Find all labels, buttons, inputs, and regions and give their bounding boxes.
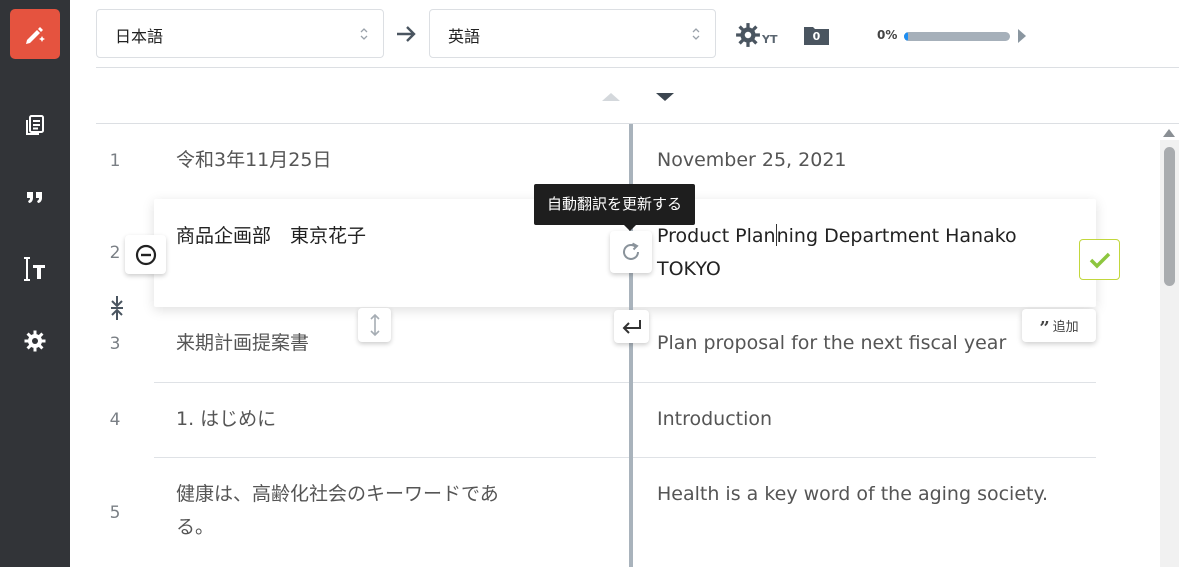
scrollbar-up-arrow-icon[interactable] — [1163, 129, 1175, 137]
row-divider — [633, 457, 1096, 458]
source-line-2: る。 — [176, 516, 215, 538]
sidebar — [0, 0, 70, 567]
target-segment[interactable]: Plan proposal for the next fiscal year — [657, 327, 1006, 360]
target-language-value: 英語 — [448, 27, 481, 46]
sidebar-item-quotes[interactable] — [20, 181, 50, 211]
resize-row-button[interactable] — [358, 308, 391, 342]
row-divider — [154, 382, 629, 383]
progress-bar — [904, 32, 1010, 41]
progress-label: 0% — [877, 28, 898, 42]
target-text-before-cursor: Product Plan — [657, 225, 776, 247]
select-caret-icon — [692, 28, 700, 40]
row-number: 4 — [109, 410, 121, 430]
source-line-1: 健康は、高齢化社会のキーワードであ — [176, 483, 499, 505]
check-icon — [1089, 252, 1110, 268]
target-text-after-cursor: ning Department Hanako — [776, 225, 1017, 247]
translation-settings-button[interactable]: YT — [735, 22, 785, 50]
insert-line-break-button[interactable] — [614, 310, 649, 343]
source-segment[interactable]: 健康は、高齢化社会のキーワードであ る。 — [176, 478, 499, 544]
row-number: 3 — [109, 334, 121, 354]
row-divider — [633, 382, 1096, 383]
add-button-label: 追加 — [1052, 320, 1079, 335]
source-language-select[interactable]: 日本語 — [96, 9, 384, 58]
refresh-icon — [623, 242, 639, 260]
sidebar-item-settings[interactable] — [20, 326, 50, 356]
scroll-up-arrow-icon[interactable] — [602, 93, 620, 101]
text-cursor-icon — [24, 257, 45, 281]
header-divider — [96, 67, 1179, 68]
source-language-value: 日本語 — [115, 27, 164, 46]
gear-icon — [736, 23, 760, 47]
folder-button[interactable]: 0 — [803, 24, 830, 46]
settings-badge: YT — [762, 33, 778, 46]
source-segment-active[interactable]: 商品企画部 東京花子 — [176, 220, 366, 253]
remove-segment-button[interactable] — [125, 235, 166, 274]
target-segment[interactable]: Health is a key word of the aging societ… — [657, 478, 1048, 511]
source-segment[interactable]: 1. はじめに — [176, 403, 276, 436]
row-divider — [154, 457, 629, 458]
app-logo-button[interactable] — [10, 9, 60, 59]
target-segment-editor[interactable]: Product Planning Department Hanako TOKYO — [657, 220, 1067, 286]
row-number: 5 — [109, 503, 121, 523]
target-segment[interactable]: November 25, 2021 — [657, 144, 847, 177]
tooltip: 自動翻訳を更新する — [534, 184, 696, 231]
grid-top-divider — [96, 123, 1179, 124]
sidebar-item-text-format[interactable] — [20, 254, 50, 284]
document-icon — [26, 115, 44, 135]
add-to-glossary-button[interactable]: ” 追加 — [1022, 309, 1096, 342]
play-icon[interactable] — [1018, 29, 1026, 43]
quote-icon — [27, 192, 42, 203]
target-text-line-2: TOKYO — [657, 258, 721, 280]
minus-circle-icon — [135, 244, 156, 265]
return-icon — [622, 319, 641, 334]
arrow-right-icon — [397, 26, 416, 42]
gear-icon — [24, 330, 46, 352]
scroll-down-arrow-icon[interactable] — [656, 93, 674, 101]
source-segment[interactable]: 来期計画提案書 — [176, 327, 309, 360]
quote-icon: ” — [1039, 317, 1050, 339]
confirm-segment-button[interactable] — [1079, 239, 1120, 280]
scrollbar-thumb[interactable] — [1164, 147, 1175, 286]
refresh-translation-button[interactable] — [610, 231, 652, 273]
folder-count: 0 — [812, 30, 821, 43]
row-number: 1 — [109, 151, 121, 171]
target-segment[interactable]: Introduction — [657, 403, 772, 436]
select-caret-icon — [360, 28, 368, 40]
pen-sparkle-icon — [26, 27, 45, 44]
source-segment[interactable]: 令和3年11月25日 — [176, 144, 331, 177]
merge-icon[interactable] — [108, 294, 126, 322]
resize-vertical-icon — [369, 313, 380, 337]
sidebar-item-documents[interactable] — [20, 110, 50, 140]
progress-fill — [904, 32, 909, 41]
target-language-select[interactable]: 英語 — [429, 9, 716, 58]
